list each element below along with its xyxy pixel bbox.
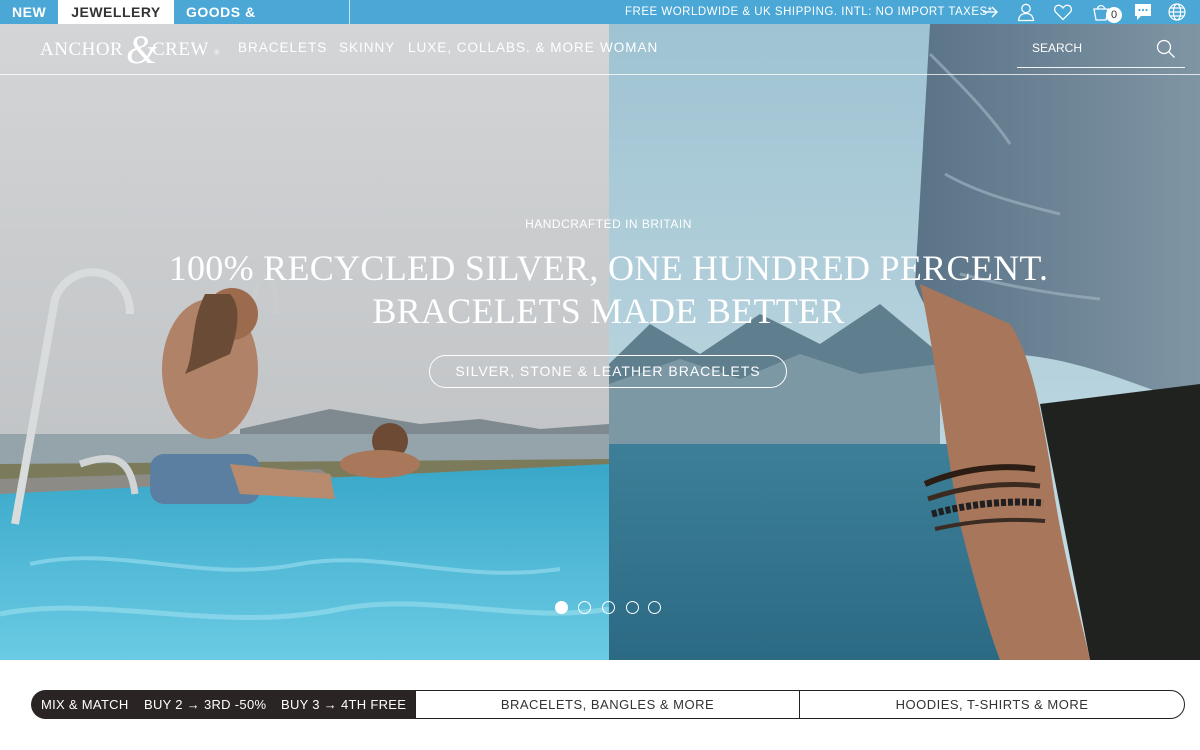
- promo-label-mix-match: MIX & MATCH: [41, 697, 129, 712]
- carousel-dot-4[interactable]: [626, 601, 639, 614]
- promo-mix-match-button[interactable]: MIX & MATCH BUY 2 → 3RD -50% BUY 3 → 4TH…: [31, 690, 415, 719]
- carousel-dot-5[interactable]: [648, 601, 661, 614]
- search-box: [1017, 32, 1185, 68]
- promo-label-buy-2: BUY 2 → 3RD -50%: [144, 697, 267, 712]
- category-bracelets-bangles-button[interactable]: BRACELETS, BANGLES & MORE: [415, 690, 800, 719]
- category-hoodies-tshirts-button[interactable]: HOODIES, T-SHIRTS & MORE: [799, 690, 1185, 719]
- user-icon[interactable]: [1016, 2, 1036, 22]
- tab-new[interactable]: NEW: [0, 0, 58, 24]
- heart-icon[interactable]: [1053, 2, 1073, 22]
- logo-word-crew: CREW: [152, 39, 209, 60]
- carousel-dot-2[interactable]: [578, 601, 591, 614]
- brand-logo[interactable]: ANCHOR & CREW ®: [40, 27, 225, 72]
- logo-registered-mark: ®: [214, 49, 220, 57]
- carousel-dot-3[interactable]: [602, 601, 615, 614]
- chat-icon[interactable]: [1133, 2, 1153, 22]
- search-input[interactable]: [1017, 38, 1157, 58]
- carousel-dot-1[interactable]: [555, 601, 568, 614]
- top-bar: NEW JEWELLERY GOODS & CLOTHING FREE WORL…: [0, 0, 1200, 44]
- shipping-notice[interactable]: FREE WORLDWIDE & UK SHIPPING. INTL: NO I…: [625, 0, 993, 24]
- hero-headline: 100% RECYCLED SILVER, ONE HUNDRED PERCEN…: [0, 247, 1200, 333]
- hero-eyebrow: HANDCRAFTED IN BRITAIN: [525, 217, 692, 231]
- hero-banner[interactable]: [0, 24, 1200, 660]
- nav-item-bracelets[interactable]: BRACELETS: [238, 40, 327, 55]
- tab-jewellery[interactable]: JEWELLERY: [58, 0, 174, 24]
- arrow-right-icon[interactable]: [982, 5, 999, 19]
- hero-image: [0, 24, 1200, 660]
- logo-word-anchor: ANCHOR: [40, 39, 124, 60]
- main-nav: ANCHOR & CREW ® BRACELETS SKINNY LUXE, C…: [0, 24, 1200, 75]
- tab-goods-clothing[interactable]: GOODS & CLOTHING: [174, 0, 350, 44]
- nav-item-woman[interactable]: WOMAN: [600, 40, 658, 55]
- hero-headline-line-2: BRACELETS MADE BETTER: [372, 291, 845, 331]
- nav-item-skinny[interactable]: SKINNY: [339, 40, 395, 55]
- promo-label-buy-3: BUY 3 → 4TH FREE: [281, 697, 407, 712]
- hero-headline-line-1: 100% RECYCLED SILVER, ONE HUNDRED PERCEN…: [168, 248, 1049, 288]
- search-icon[interactable]: [1155, 38, 1177, 60]
- hero-cta-button[interactable]: SILVER, STONE & LEATHER BRACELETS: [429, 355, 787, 388]
- globe-icon[interactable]: [1167, 2, 1187, 22]
- cart-count-badge: 0: [1106, 7, 1122, 23]
- nav-item-luxe-collabs[interactable]: LUXE, COLLABS. & MORE: [408, 40, 595, 55]
